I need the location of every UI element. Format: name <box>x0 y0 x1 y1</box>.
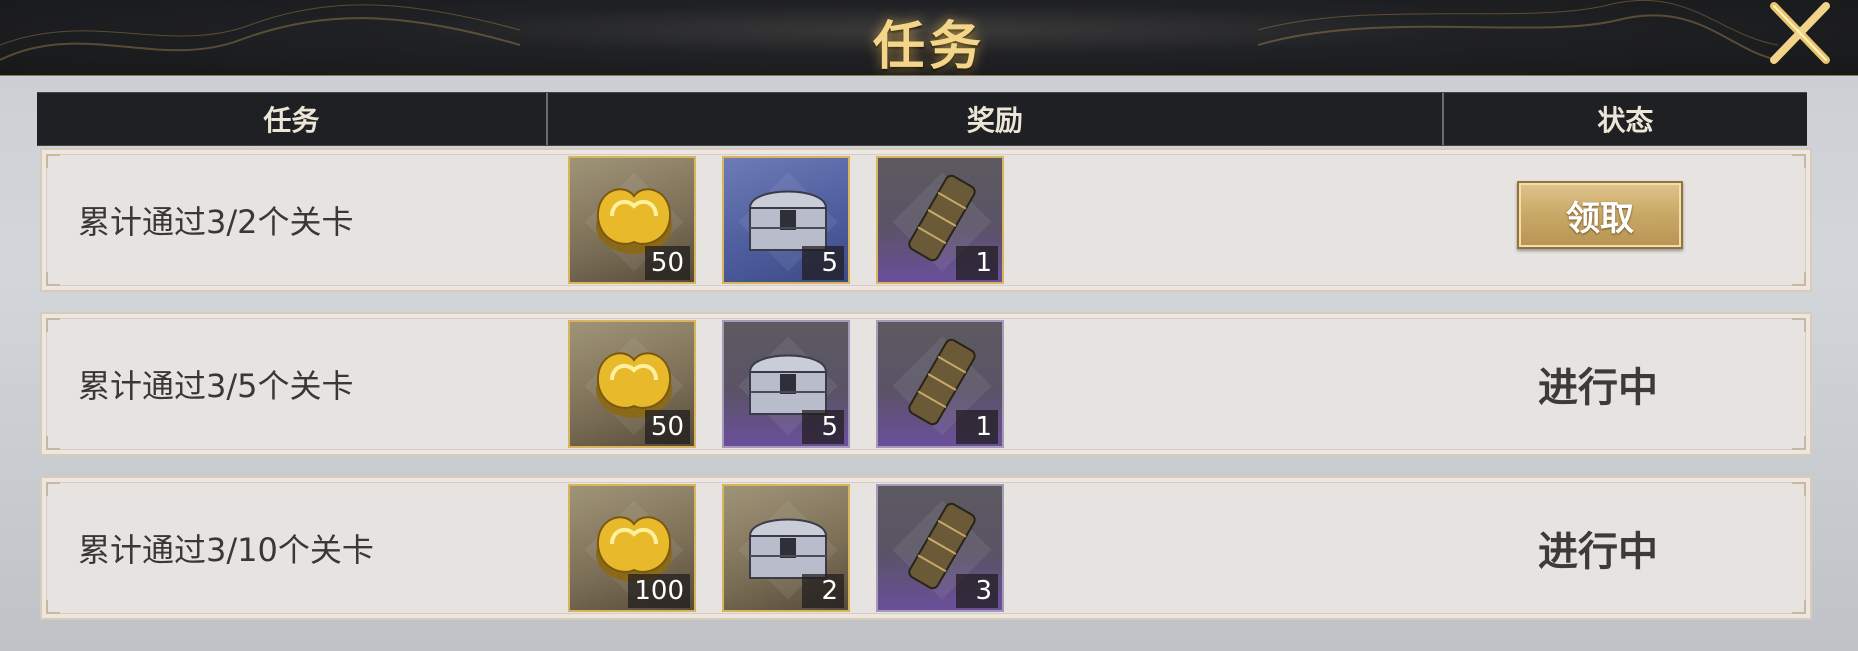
close-icon <box>1770 2 1830 64</box>
reward-item-treasure-chest[interactable]: 5 <box>722 320 850 448</box>
reward-item-scroll[interactable]: 1 <box>876 156 1004 284</box>
reward-quantity: 3 <box>956 574 998 608</box>
reward-quantity: 5 <box>802 410 844 444</box>
reward-list: 50 5 1 <box>568 320 1004 448</box>
header-task: 任务 <box>37 93 548 145</box>
reward-item-treasure-chest[interactable]: 5 <box>722 156 850 284</box>
page-title: 任务 <box>872 16 985 77</box>
reward-quantity: 100 <box>628 574 690 608</box>
reward-quantity: 5 <box>802 246 844 280</box>
reward-quantity: 1 <box>956 410 998 444</box>
table-header: 任务 奖励 状态 <box>37 92 1807 146</box>
reward-list: 50 5 1 <box>568 156 1004 284</box>
status-in-progress: 进行中 <box>1538 364 1658 411</box>
status-in-progress: 进行中 <box>1538 528 1658 575</box>
header-reward: 奖励 <box>548 93 1444 145</box>
claim-button[interactable]: 领取 <box>1517 181 1683 249</box>
reward-quantity: 50 <box>644 246 690 280</box>
reward-item-gold-coin[interactable]: 50 <box>568 320 696 448</box>
task-description: 累计通过3/2个关卡 <box>78 203 354 241</box>
reward-item-treasure-chest[interactable]: 2 <box>722 484 850 612</box>
close-button[interactable] <box>1760 0 1840 70</box>
task-row: 累计通过3/10个关卡 100 2 3 进行中 <box>40 476 1812 620</box>
reward-item-gold-coin[interactable]: 50 <box>568 156 696 284</box>
reward-list: 100 2 3 <box>568 484 1004 612</box>
reward-quantity: 2 <box>802 574 844 608</box>
reward-item-scroll[interactable]: 1 <box>876 320 1004 448</box>
header-status: 状态 <box>1597 104 1654 137</box>
reward-item-gold-coin[interactable]: 100 <box>568 484 696 612</box>
reward-quantity: 50 <box>644 410 690 444</box>
reward-item-scroll[interactable]: 3 <box>876 484 1004 612</box>
task-description: 累计通过3/10个关卡 <box>78 531 374 569</box>
task-row: 累计通过3/2个关卡 50 5 1 领取 <box>40 148 1812 292</box>
task-row: 累计通过3/5个关卡 50 5 1 进行中 <box>40 312 1812 456</box>
title-bar: 任务 <box>0 0 1858 77</box>
reward-quantity: 1 <box>956 246 998 280</box>
task-description: 累计通过3/5个关卡 <box>78 367 354 405</box>
